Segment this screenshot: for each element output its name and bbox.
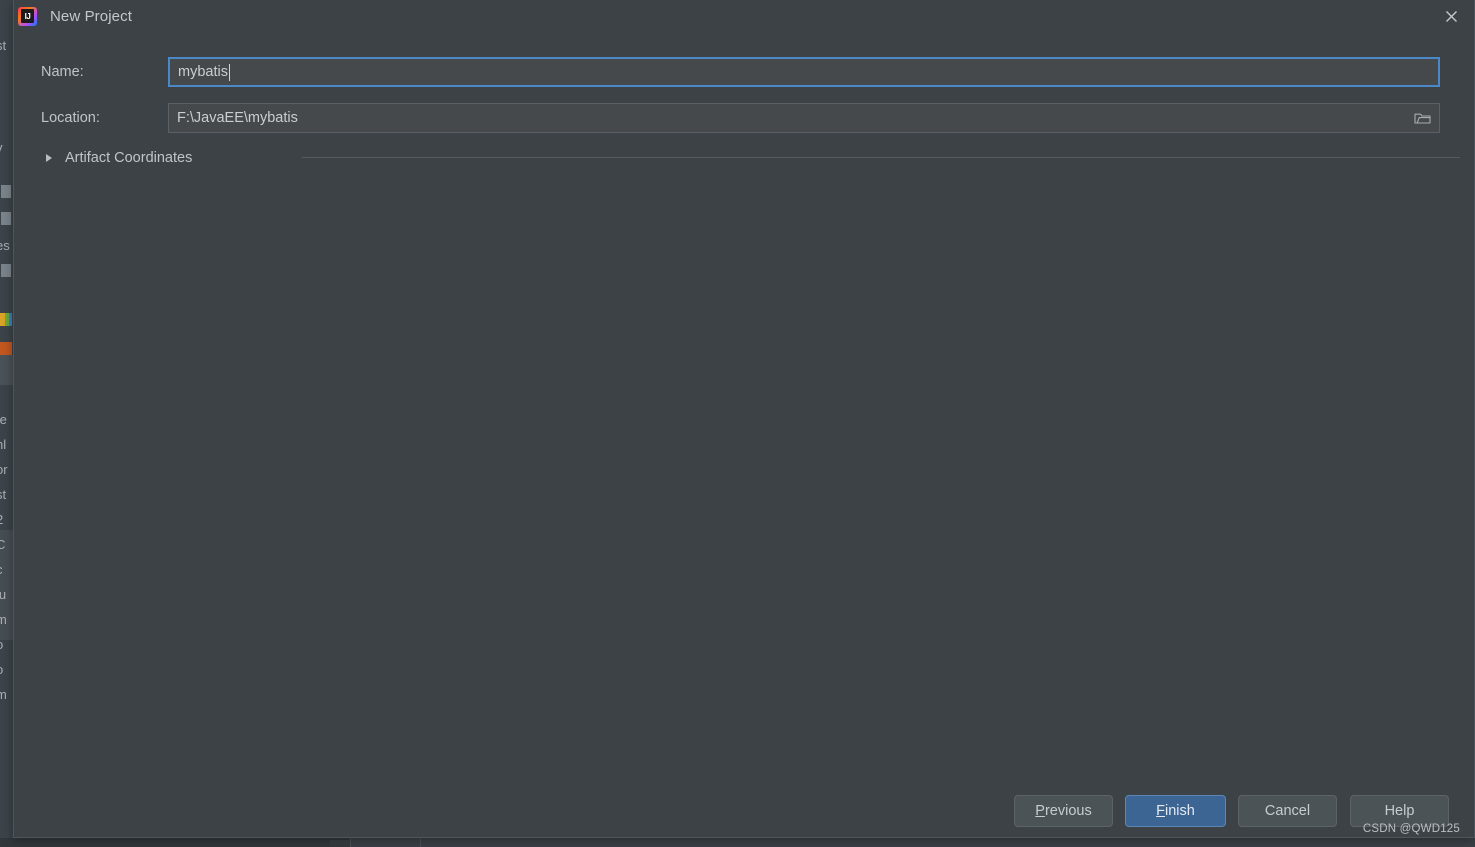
bg-text-fragment: nl: [0, 437, 7, 452]
bg-text-fragment: v: [0, 140, 3, 155]
ide-status-bar-segment: [350, 838, 421, 847]
text-caret: [228, 63, 230, 81]
watermark: CSDN @QWD125: [1362, 823, 1460, 835]
intellij-idea-icon: IJ: [18, 7, 37, 26]
bg-text-fragment: o: [0, 662, 3, 677]
dialog-title-bar: IJ New Project: [14, 0, 1474, 33]
ide-status-bar-segment: [420, 838, 1475, 847]
help-button-label: Help: [1384, 803, 1415, 819]
bg-text-fragment: o: [0, 637, 3, 652]
bg-chip: [1, 264, 11, 277]
dialog-title: New Project: [50, 8, 132, 25]
previous-button-label: revious: [1044, 803, 1092, 819]
dialog-button-bar: Previous Finish Cancel Help: [14, 795, 1474, 827]
finish-button-label: inish: [1165, 803, 1195, 819]
artifact-coordinates-section[interactable]: Artifact Coordinates: [14, 146, 1474, 170]
name-input-value: mybatis: [178, 64, 228, 80]
previous-button[interactable]: Previous: [1014, 795, 1113, 827]
location-label: Location:: [41, 110, 100, 126]
folder-icon-glyph: [1413, 113, 1431, 124]
background-left-strip: st v es te nl or st 2 C c ju m o o m: [0, 0, 13, 838]
bg-text-fragment: c: [0, 562, 3, 577]
previous-button-mnemonic: P: [1035, 803, 1045, 819]
close-icon[interactable]: [1428, 0, 1474, 33]
bg-text-fragment: 2: [0, 512, 3, 527]
bg-text-fragment: te: [0, 412, 7, 427]
bg-color-swatch: [0, 342, 12, 355]
artifact-coordinates-label: Artifact Coordinates: [65, 150, 193, 166]
section-separator: [302, 157, 1460, 158]
finish-button-mnemonic: F: [1156, 803, 1166, 819]
bg-text-fragment: m: [0, 687, 7, 702]
name-row: Name: mybatis: [14, 57, 1474, 87]
bg-chip: [1, 212, 11, 225]
bg-text-fragment: or: [0, 462, 8, 477]
finish-button[interactable]: Finish: [1125, 795, 1226, 827]
bg-text-fragment: es: [0, 238, 10, 253]
bg-text-fragment: m: [0, 612, 7, 627]
chevron-right-icon: [46, 154, 52, 162]
cancel-button[interactable]: Cancel: [1238, 795, 1337, 827]
bg-color-swatch: [0, 313, 12, 326]
bg-text-fragment: C: [0, 537, 6, 552]
cancel-button-label: Cancel: [1264, 803, 1311, 819]
name-input[interactable]: mybatis: [168, 57, 1440, 87]
folder-icon[interactable]: [1406, 105, 1438, 131]
name-label: Name:: [41, 64, 84, 80]
new-project-dialog: IJ New Project Name: mybatis Location: F…: [13, 0, 1475, 838]
bg-text-fragment: st: [0, 487, 7, 502]
bg-text-fragment: ju: [0, 587, 7, 602]
bg-text-fragment: st: [0, 38, 7, 53]
location-input[interactable]: F:\JavaEE\mybatis: [168, 103, 1440, 133]
close-icon-glyph: [1445, 11, 1457, 22]
location-row: Location: F:\JavaEE\mybatis: [14, 103, 1474, 133]
location-input-value: F:\JavaEE\mybatis: [177, 110, 298, 126]
bg-chip: [1, 185, 11, 198]
